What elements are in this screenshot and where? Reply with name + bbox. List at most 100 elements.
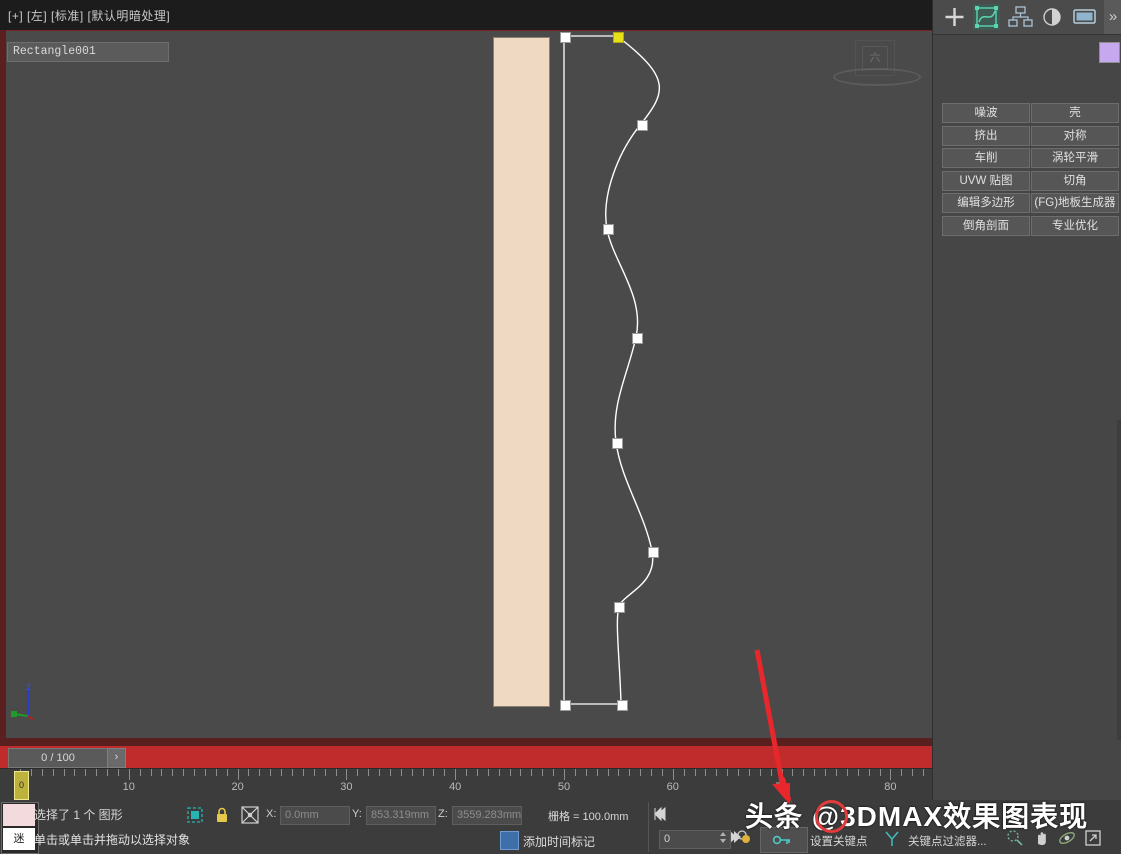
ruler-label: 70: [775, 781, 788, 793]
watermark-circle: [815, 800, 848, 833]
ruler-tick: [825, 769, 827, 776]
spline-vertex[interactable]: [614, 602, 625, 613]
add-time-tag-button[interactable]: [500, 831, 519, 850]
ruler-tick: [705, 769, 707, 776]
ruler-tick: [542, 769, 544, 776]
ruler-tick: [346, 769, 348, 780]
spline-vertex[interactable]: [637, 120, 648, 131]
coord-y-field[interactable]: 853.319mm: [366, 806, 436, 825]
ruler-tick: [389, 769, 391, 776]
ruler-tick: [237, 769, 239, 780]
ruler-tick: [204, 769, 206, 776]
absolute-relative-icon[interactable]: [240, 805, 260, 825]
ruler-tick: [509, 769, 511, 776]
ruler-tick: [335, 769, 337, 776]
spline-vertex[interactable]: [648, 547, 659, 558]
ruler-tick: [400, 769, 402, 776]
spline-vertex-selected[interactable]: [613, 32, 624, 43]
ruler-tick: [629, 769, 631, 776]
coord-y-label: Y:: [352, 808, 362, 820]
object-name-field[interactable]: Rectangle001: [7, 42, 169, 62]
viewport[interactable]: [+] [左] [标准] [默认明暗处理] 六 Z: [0, 0, 932, 746]
create-tab[interactable]: [941, 4, 968, 30]
add-time-tag-label[interactable]: 添加时间标记: [523, 833, 595, 850]
viewport-label[interactable]: [+] [左] [标准] [默认明暗处理]: [8, 7, 170, 24]
spline-vertex[interactable]: [632, 333, 643, 344]
hierarchy-tab[interactable]: [1007, 4, 1034, 30]
ruler-tick: [553, 769, 555, 776]
modifier-button-4[interactable]: 车削: [942, 148, 1030, 168]
modifier-button-2[interactable]: 挤出: [942, 125, 1030, 146]
ruler-tick: [259, 769, 261, 776]
ruler-tick: [846, 769, 848, 776]
ruler-tick: [803, 769, 805, 776]
modifier-button-9[interactable]: (FG)地板生成器: [1031, 193, 1119, 213]
view-cube-face[interactable]: 六: [862, 46, 888, 70]
watermark-text: 头条 @3DMAX效果图表现: [745, 801, 1089, 832]
motion-tab[interactable]: [1039, 4, 1066, 30]
modify-tab[interactable]: [973, 4, 1000, 30]
object-color-swatch[interactable]: [1099, 42, 1120, 63]
view-cube-compass-ring[interactable]: [833, 68, 921, 86]
modifier-button-10[interactable]: 倒角剖面: [942, 215, 1030, 236]
ruler-tick: [324, 769, 326, 776]
ruler-tick: [161, 769, 163, 776]
ruler-tick: [281, 769, 283, 776]
modifier-button-5[interactable]: 涡轮平滑: [1031, 148, 1119, 168]
coord-x-field[interactable]: 0.0mm: [280, 806, 350, 825]
time-slider-handle[interactable]: 0: [14, 771, 29, 800]
spline-vertex[interactable]: [603, 224, 614, 235]
command-panel-overflow-button[interactable]: »: [1104, 0, 1121, 34]
set-key-label[interactable]: 设置关键点: [810, 833, 868, 849]
modifier-button-0[interactable]: 噪波: [942, 103, 1030, 123]
mini-listener-pink-field[interactable]: [3, 804, 35, 826]
viewport-bottom-border: [0, 738, 932, 746]
ruler-tick: [716, 769, 718, 776]
ruler-tick: [770, 769, 772, 776]
modifier-button-8[interactable]: 编辑多边形: [942, 193, 1030, 213]
ruler-label: 50: [557, 781, 571, 793]
axis-tripod-gizmo: Z: [11, 683, 34, 720]
viewport-canvas[interactable]: [0, 30, 932, 738]
modifier-button-7[interactable]: 切角: [1031, 170, 1119, 191]
frame-spinner-icon[interactable]: [718, 830, 728, 845]
go-to-start-icon[interactable]: [650, 805, 668, 823]
time-slider-bar[interactable]: 0 / 100 ›: [0, 746, 932, 768]
modifier-button-1[interactable]: 壳: [1031, 103, 1119, 123]
coord-z-field[interactable]: 3559.283mm: [452, 806, 522, 825]
rectangle-object[interactable]: [493, 37, 550, 707]
mini-listener-label[interactable]: 迷: [3, 828, 35, 850]
display-tab[interactable]: [1071, 4, 1098, 30]
selection-region-icon[interactable]: [185, 805, 205, 825]
spline-vertex[interactable]: [617, 700, 628, 711]
ruler-tick: [836, 769, 837, 776]
ruler-tick: [194, 769, 196, 776]
ruler-tick: [302, 769, 304, 776]
command-panel-scrollbar[interactable]: [1117, 420, 1121, 740]
command-panel-tabs: »: [933, 0, 1121, 35]
modifier-button-3[interactable]: 对称: [1031, 125, 1119, 146]
next-frame-button[interactable]: ›: [107, 748, 126, 768]
ruler-tick: [607, 769, 609, 776]
spline-vertex[interactable]: [560, 700, 571, 711]
ruler-tick: [96, 769, 98, 776]
ruler-tick: [63, 769, 65, 776]
spline-vertex[interactable]: [560, 32, 571, 43]
modifier-button-6[interactable]: UVW 贴图: [942, 170, 1030, 191]
selection-status-text: 选择了 1 个 图形: [34, 808, 123, 822]
ruler-tick: [150, 769, 152, 776]
modifier-button-11[interactable]: 专业优化: [1031, 215, 1119, 236]
ruler-tick: [379, 769, 381, 776]
spline-vertex[interactable]: [612, 438, 623, 449]
ruler-tick: [857, 769, 859, 776]
ruler-tick: [814, 769, 816, 776]
ruler-tick: [248, 769, 250, 776]
lock-icon[interactable]: [212, 805, 232, 825]
ruler-tick: [640, 769, 642, 776]
key-filters-label[interactable]: 关键点过滤器...: [908, 833, 987, 849]
ruler-tick: [585, 769, 587, 776]
grid-size-label: 栅格 = 100.0mm: [548, 811, 629, 823]
ruler-tick: [574, 769, 576, 776]
current-frame-display[interactable]: 0 / 100: [8, 748, 108, 768]
svg-text:Z: Z: [26, 683, 31, 692]
